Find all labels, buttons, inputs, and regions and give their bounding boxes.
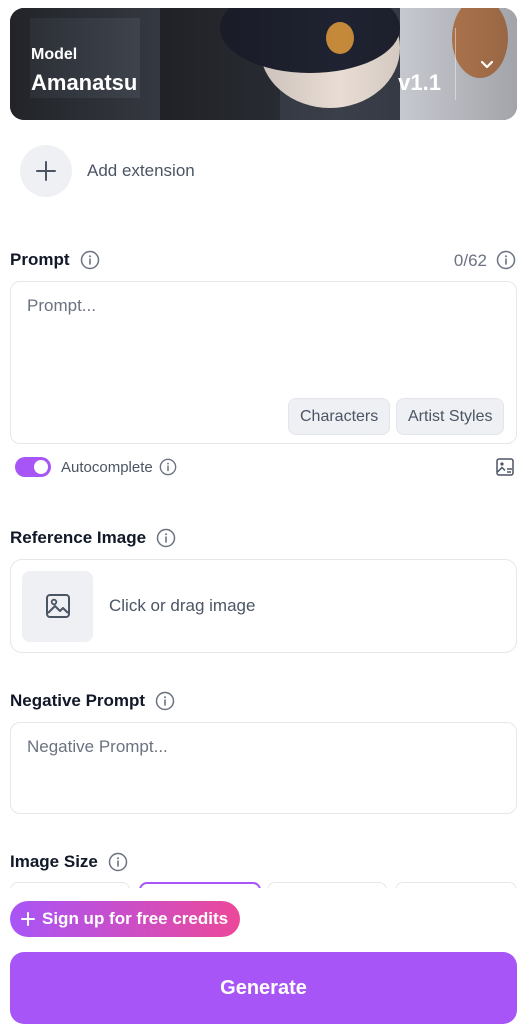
autocomplete-label: Autocomplete [61,458,153,476]
model-caption: Model [31,46,78,63]
model-name: Amanatsu [31,70,138,95]
chevron-down-icon[interactable] [471,48,503,80]
reference-image-label: Reference Image [10,528,147,547]
model-selector-card[interactable]: Model Amanatsu v1.1 [10,8,517,120]
info-icon[interactable] [155,691,175,711]
autocomplete-toggle[interactable] [15,457,51,477]
info-icon[interactable] [108,852,128,872]
prompt-heading: Prompt [10,250,100,270]
image-to-prompt-icon[interactable] [495,457,515,482]
model-card-overlay [10,8,517,120]
signup-button[interactable]: Sign up for free credits [10,901,241,937]
plus-icon [20,145,72,197]
info-icon[interactable] [159,458,177,476]
prompt-placeholder: Prompt... [27,296,96,315]
prompt-token-counter: 0/62 [453,251,487,270]
image-size-heading: Image Size [10,852,128,872]
dropzone-text: Click or drag image [109,596,256,615]
add-extension-label: Add extension [87,161,195,180]
prompt-label: Prompt [10,250,70,269]
prompt-input[interactable]: Prompt... Characters Artist Styles [10,281,517,444]
negative-prompt-placeholder: Negative Prompt... [27,737,168,756]
bottom-action-panel: Sign up for free credits Generate [0,888,523,1024]
reference-image-dropzone[interactable]: Click or drag image [10,559,517,653]
negative-prompt-heading: Negative Prompt [10,691,175,711]
model-divider [455,28,456,100]
signup-label: Sign up for free credits [42,909,229,928]
plus-icon [20,911,36,927]
info-icon[interactable] [496,250,516,275]
info-icon[interactable] [80,250,100,270]
add-extension-button[interactable]: Add extension [20,145,195,197]
model-version: v1.1 [398,70,441,95]
generate-button[interactable]: Generate [10,952,517,1024]
info-icon[interactable] [156,528,176,548]
image-icon [22,570,93,642]
autocomplete-row: Autocomplete [15,457,177,477]
characters-chip[interactable]: Characters [288,398,391,435]
negative-prompt-input[interactable]: Negative Prompt... [10,722,517,814]
negative-prompt-label: Negative Prompt [10,691,146,710]
reference-image-heading: Reference Image [10,528,176,548]
artist-styles-chip[interactable]: Artist Styles [396,398,505,435]
image-size-label: Image Size [10,852,98,871]
